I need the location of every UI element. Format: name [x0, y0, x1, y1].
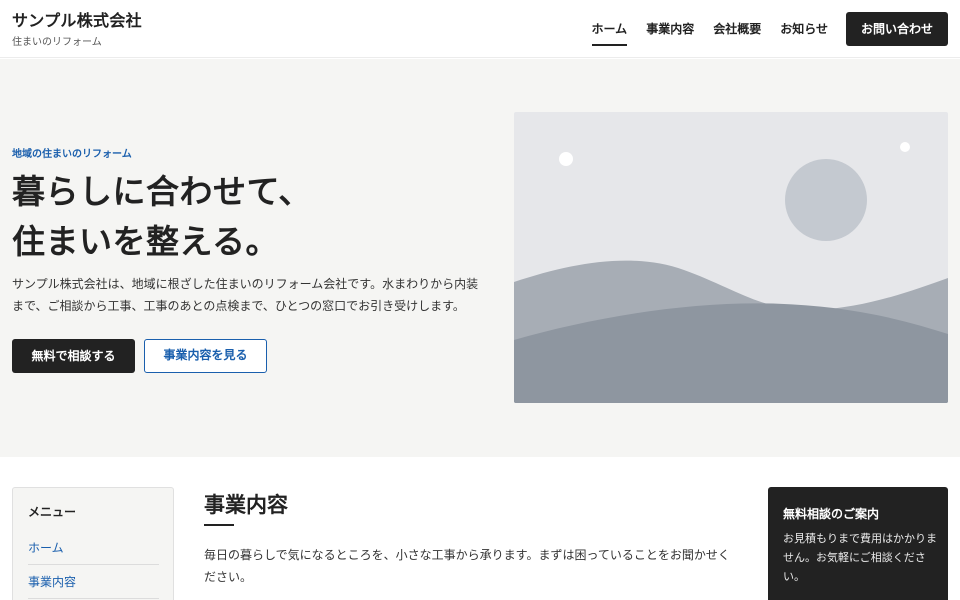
- hero-eyebrow: 地域の住まいのリフォーム: [12, 149, 132, 160]
- sidebar-link-home[interactable]: ホーム: [28, 539, 159, 565]
- landscape-placeholder-icon: [514, 112, 948, 403]
- logo[interactable]: サンプル株式会社 住まいのリフォーム: [12, 10, 142, 50]
- hero-description: サンプル株式会社は、地域に根ざした住まいのリフォーム会社です。水まわりから内装ま…: [12, 277, 479, 313]
- services-heading: 事業内容: [204, 493, 288, 517]
- sidebar-link-services[interactable]: 事業内容: [28, 573, 159, 599]
- nav-item-home[interactable]: ホーム: [591, 0, 627, 58]
- nav-item-company[interactable]: 会社概要: [713, 0, 761, 58]
- site-header: サンプル株式会社 住まいのリフォーム ホーム 事業内容 会社概要 お知らせ お問…: [0, 0, 960, 58]
- sidebar-title: メニュー: [28, 505, 77, 519]
- hero-image: [514, 112, 948, 403]
- heading-underline: [204, 524, 234, 526]
- hero-section: 地域の住まいのリフォーム 暮らしに合わせて、 住まいを整える。 サンプル株式会社…: [0, 59, 960, 457]
- hero-title: 暮らしに合わせて、 住まいを整える。: [12, 167, 312, 267]
- services-description: 毎日の暮らしで気になるところを、小さな工事から承ります。まずは困っていることをお…: [204, 548, 730, 584]
- hero-title-line-2: 住まいを整える。: [12, 222, 280, 261]
- consultation-info-title: 無料相談のご案内: [783, 507, 880, 521]
- free-consultation-button[interactable]: 無料で相談する: [12, 339, 135, 373]
- company-tagline: 住まいのリフォーム: [12, 37, 102, 48]
- view-services-button[interactable]: 事業内容を見る: [144, 339, 267, 373]
- nav-item-news[interactable]: お知らせ: [780, 0, 828, 58]
- hero-title-line-1: 暮らしに合わせて、: [12, 172, 312, 211]
- main-nav: ホーム 事業内容 会社概要 お知らせ お問い合わせ: [591, 0, 948, 58]
- sidebar-menu: メニュー ホーム 事業内容: [12, 487, 174, 600]
- nav-item-services[interactable]: 事業内容: [646, 0, 694, 58]
- contact-button[interactable]: お問い合わせ: [845, 12, 948, 46]
- consultation-info-text: お見積もりまで費用はかかりません。お気軽にご相談ください。: [783, 532, 937, 583]
- company-name[interactable]: サンプル株式会社: [12, 10, 142, 32]
- consultation-info-box: 無料相談のご案内 お見積もりまで費用はかかりません。お気軽にご相談ください。: [768, 487, 948, 600]
